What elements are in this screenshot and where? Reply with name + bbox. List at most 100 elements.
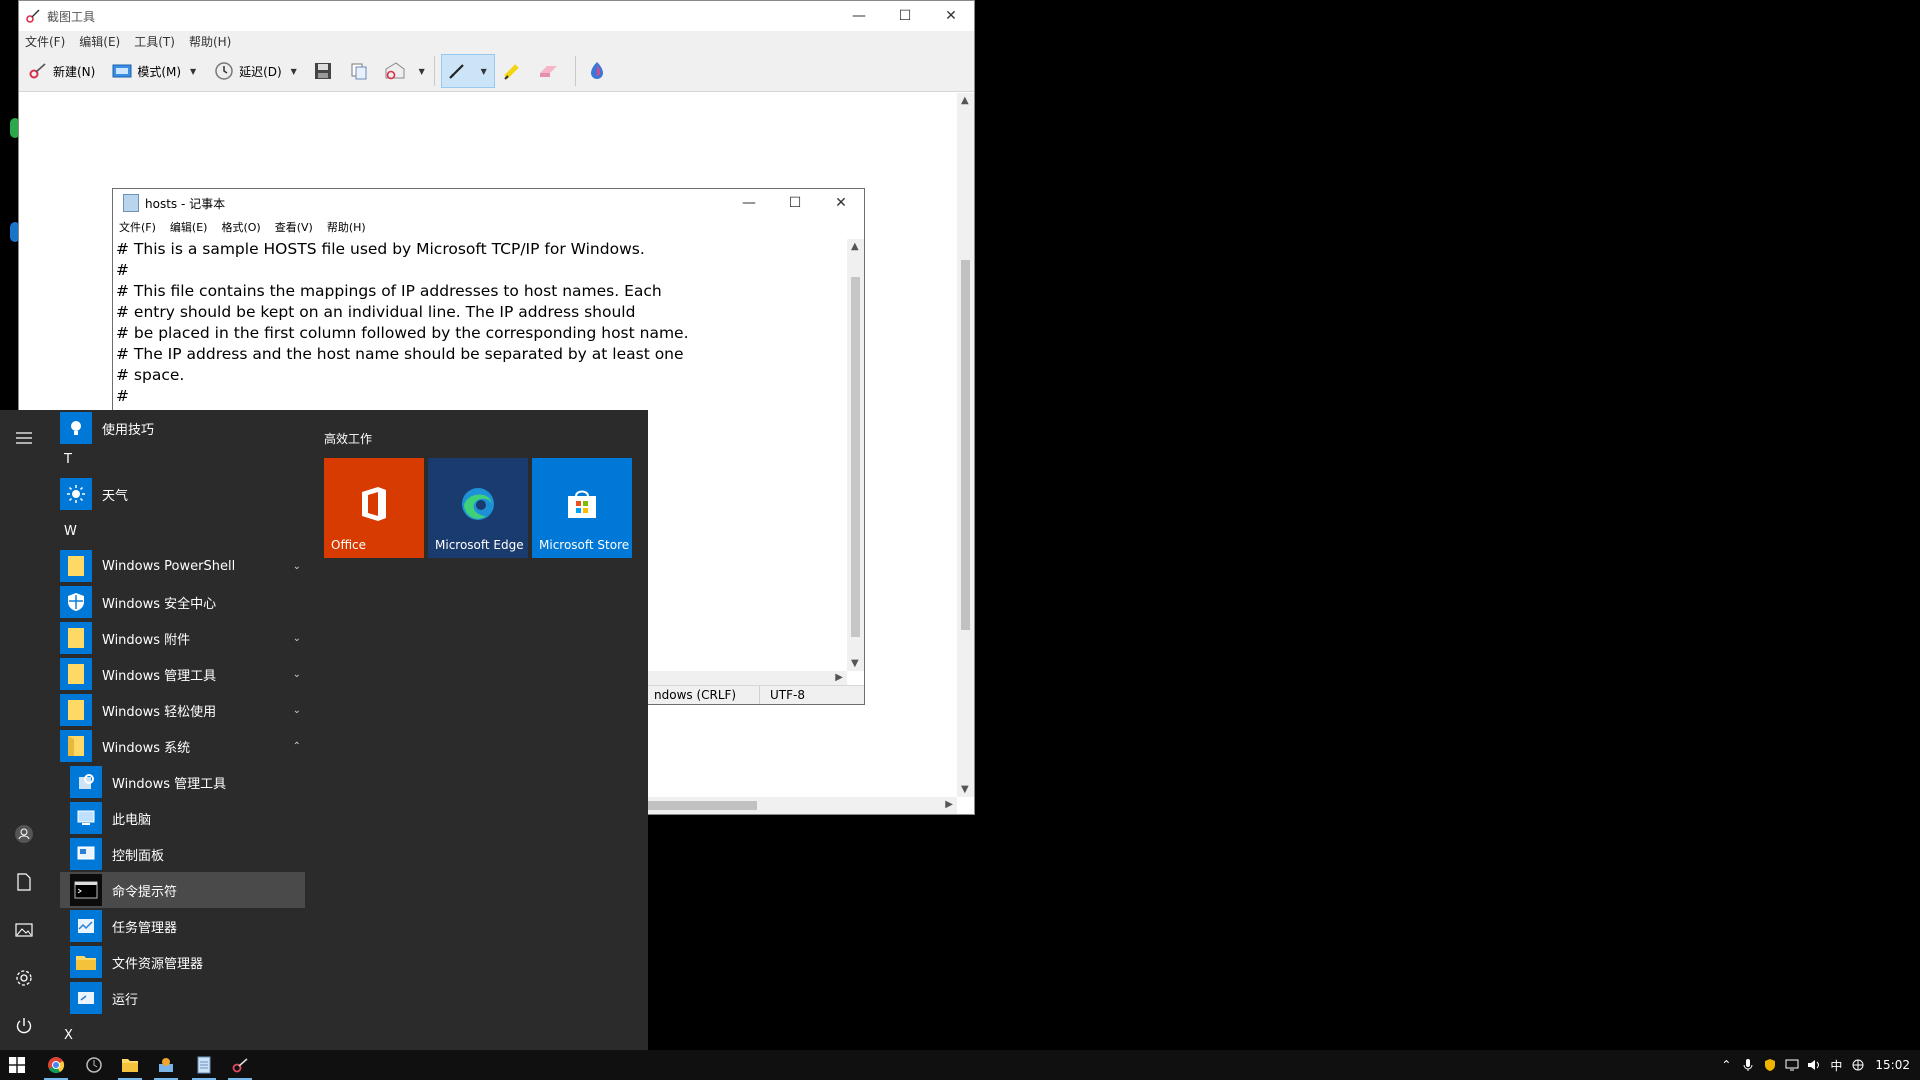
copy-button[interactable] (344, 55, 378, 87)
mode-dropdown-arrow[interactable]: ▼ (187, 67, 199, 76)
microphone-icon[interactable] (1737, 1050, 1759, 1080)
menu-file[interactable]: 文件(F) (25, 33, 65, 50)
menu-help[interactable]: 帮助(H) (189, 33, 231, 50)
notepad-scroll-right-arrow[interactable]: ▶ (835, 672, 843, 683)
app-windows-admin-tools-sub[interactable]: Windows 管理工具 (70, 764, 305, 800)
store-bag-icon (568, 490, 596, 518)
scroll-down-arrow[interactable]: ▼ (961, 784, 969, 795)
text-line: # This is a sample HOSTS file used by Mi… (116, 240, 645, 258)
documents-icon[interactable] (12, 870, 36, 894)
horizontal-scroll-thumb[interactable] (643, 801, 757, 810)
tile-group-title[interactable]: 高效工作 (324, 430, 372, 447)
tile-microsoft-edge[interactable]: Microsoft Edge (428, 458, 528, 558)
app-windows-powershell[interactable]: Windows PowerShell ⌄ (60, 548, 305, 584)
open-folder-icon (60, 730, 92, 762)
app-weather[interactable]: 天气 (60, 476, 305, 512)
app-file-explorer[interactable]: 文件资源管理器 (70, 944, 305, 980)
save-button[interactable] (308, 55, 342, 87)
taskbar-file-explorer[interactable] (112, 1050, 148, 1080)
pictures-icon[interactable] (12, 918, 36, 942)
notepad-scroll-up-arrow[interactable]: ▲ (851, 241, 859, 252)
app-windows-system[interactable]: Windows 系统 ⌃ (60, 728, 305, 764)
hamburger-menu-icon[interactable] (12, 426, 36, 450)
notepad-menu-view[interactable]: 查看(V) (275, 219, 313, 235)
send-envelope-icon (384, 60, 406, 82)
paint3d-button[interactable] (582, 55, 616, 87)
menu-edit[interactable]: 编辑(E) (79, 33, 120, 50)
app-command-prompt[interactable]: 命令提示符 (60, 872, 305, 908)
clock[interactable]: 15:02 (1875, 1058, 1910, 1072)
mode-button[interactable]: 模式(M) (107, 55, 185, 87)
circle-app-icon (86, 1057, 102, 1073)
power-icon[interactable] (12, 1014, 36, 1038)
notepad-vertical-scrollbar[interactable]: ▲ ▼ (847, 239, 864, 671)
app-label: Windows 管理工具 (112, 776, 227, 792)
menu-tools[interactable]: 工具(T) (134, 33, 175, 50)
shield-icon (60, 586, 92, 618)
eraser-button[interactable] (533, 55, 567, 87)
notepad-scroll-down-arrow[interactable]: ▼ (851, 658, 859, 669)
tile-label: Office (331, 538, 367, 552)
sun-icon (60, 478, 92, 510)
folder-icon (60, 550, 92, 582)
taskbar-app[interactable] (148, 1050, 184, 1080)
notepad-menu-edit[interactable]: 编辑(E) (170, 219, 208, 235)
ime-indicator[interactable]: 中 (1825, 1050, 1847, 1080)
send-dropdown-arrow[interactable]: ▼ (416, 67, 428, 76)
taskbar-chrome[interactable] (38, 1050, 74, 1080)
start-rail (0, 410, 48, 1050)
app-control-panel[interactable]: 控制面板 (70, 836, 305, 872)
letter-header-w[interactable]: W (64, 524, 77, 539)
eraser-icon (537, 60, 559, 82)
letter-header-x[interactable]: X (64, 1028, 73, 1043)
ime-settings-icon[interactable] (1847, 1050, 1869, 1080)
tile-office[interactable]: Office (324, 458, 424, 558)
user-avatar-icon[interactable] (12, 822, 36, 846)
minimize-button[interactable]: — (836, 1, 882, 31)
app-task-manager[interactable]: 任务管理器 (70, 908, 305, 944)
text-line: # space. (116, 366, 185, 384)
delay-button[interactable]: 延迟(D) (209, 55, 286, 87)
taskbar-snipping-tool[interactable] (222, 1050, 258, 1080)
notepad-menu-format[interactable]: 格式(O) (221, 219, 260, 235)
settings-gear-icon[interactable] (12, 966, 36, 990)
notepad-maximize-button[interactable]: ☐ (772, 189, 818, 217)
vertical-scroll-thumb[interactable] (961, 260, 970, 630)
app-windows-ease-of-access[interactable]: Windows 轻松使用 ⌄ (60, 692, 305, 728)
app-tips[interactable]: 使用技巧 (60, 410, 305, 446)
task-manager-icon (70, 910, 102, 942)
volume-icon[interactable] (1803, 1050, 1825, 1080)
vertical-scrollbar[interactable]: ▲ ▼ (957, 93, 974, 797)
scroll-right-arrow[interactable]: ▶ (945, 799, 953, 810)
maximize-button[interactable]: ☐ (882, 1, 928, 31)
taskbar-app[interactable] (76, 1050, 112, 1080)
notepad-menu-help[interactable]: 帮助(H) (327, 219, 366, 235)
notepad-scroll-thumb[interactable] (851, 277, 860, 637)
notepad-close-button[interactable]: ✕ (818, 189, 864, 217)
network-icon[interactable] (1781, 1050, 1803, 1080)
tile-microsoft-store[interactable]: Microsoft Store (532, 458, 632, 558)
security-shield-icon[interactable] (1759, 1050, 1781, 1080)
start-button[interactable] (0, 1050, 34, 1080)
delay-dropdown-arrow[interactable]: ▼ (288, 67, 300, 76)
close-button[interactable]: ✕ (928, 1, 974, 31)
letter-header-t[interactable]: T (64, 452, 72, 467)
app-this-pc[interactable]: 此电脑 (70, 800, 305, 836)
text-line: # (116, 261, 129, 279)
pen-button[interactable]: ▼ (440, 54, 495, 88)
notepad-titlebar: hosts - 记事本 — ☐ ✕ (113, 189, 864, 217)
notepad-minimize-button[interactable]: — (726, 189, 772, 217)
notepad-menu-file[interactable]: 文件(F) (119, 219, 156, 235)
chevron-up-icon[interactable]: ⌃ (1715, 1050, 1737, 1080)
app-windows-admin-tools[interactable]: Windows 管理工具 ⌄ (60, 656, 305, 692)
app-windows-accessories[interactable]: Windows 附件 ⌄ (60, 620, 305, 656)
scroll-up-arrow[interactable]: ▲ (961, 95, 969, 106)
chevron-down-icon: ⌄ (292, 704, 301, 716)
send-snip-button[interactable] (380, 55, 414, 87)
taskbar-notepad[interactable] (186, 1050, 222, 1080)
highlighter-button[interactable] (497, 55, 531, 87)
app-run[interactable]: 运行 (70, 980, 305, 1016)
pen-dropdown-arrow[interactable]: ▼ (478, 67, 490, 76)
app-windows-security[interactable]: Windows 安全中心 (60, 584, 305, 620)
new-snip-button[interactable]: 新建(N) (23, 55, 99, 87)
